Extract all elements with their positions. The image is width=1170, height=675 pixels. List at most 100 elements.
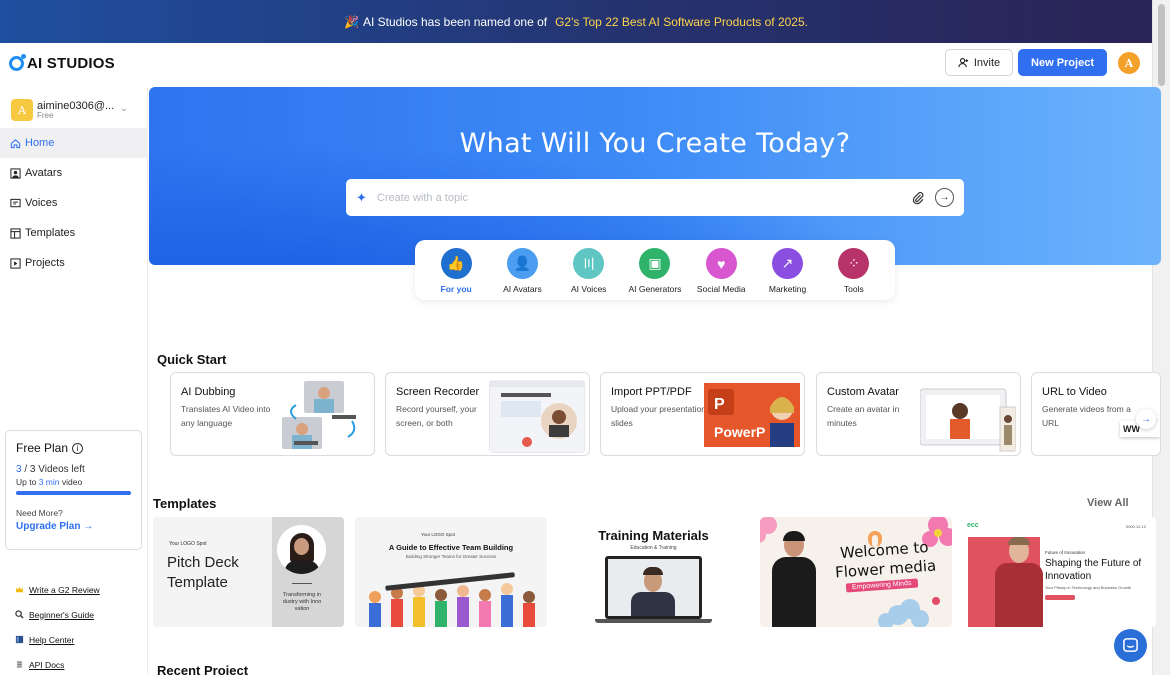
category-tab-ai-generators[interactable]: ▣ AI Generators [624,240,686,300]
category-label: AI Generators [628,284,682,294]
category-icon: ⁘ [838,248,870,279]
screen-recorder-thumbnail [489,380,585,453]
project-icon [10,257,21,269]
card-title: Custom Avatar [827,386,899,398]
api-docs-link[interactable]: API Docs [15,652,100,675]
category-label: For you [440,284,472,294]
category-tab-ai-avatars[interactable]: 👤 AI Avatars [491,240,553,300]
template-logo: ecc [967,522,979,529]
template-card-training-materials[interactable]: Training Materials Education & Training [557,517,750,627]
sidebar-item-templates[interactable]: Templates [0,218,148,248]
add-user-icon [958,58,968,68]
app-logo[interactable]: AI STUDIOS [9,54,115,72]
g2-review-link[interactable]: Write a G2 Review [15,577,100,602]
quick-start-card-import-ppt[interactable]: Import PPT/PDF Upload your presentation … [600,372,805,456]
avatar-icon [10,167,21,179]
usage-progress-bar [16,491,131,495]
sparkle-icon: ✦ [356,189,367,205]
template-title: Training Materials [598,528,709,543]
template-card-pitch-deck[interactable]: Your LOGO Spot Pitch Deck Template Trans… [153,517,344,627]
user-avatar[interactable]: A [1118,52,1140,74]
category-icon: ♥ [705,248,737,279]
template-card-flower-media[interactable]: Welcome to Flower media Empowering Minds [760,517,952,627]
category-label: AI Avatars [503,284,542,294]
category-icon: 👍 [440,248,472,279]
video-length-limit: Up to 3 min video [16,477,83,487]
sidebar-item-label: Home [25,137,55,149]
sidebar-item-projects[interactable]: Projects [0,248,148,278]
carousel-next-arrow[interactable]: → [1136,409,1156,429]
category-tab-ai-voices[interactable]: 〣 AI Voices [558,240,620,300]
card-desc: Record yourself, your screen, or both [396,404,477,428]
ppt-thumbnail: P PowerP [704,383,800,447]
scrollbar-thumb[interactable] [1158,4,1165,86]
category-tab-for-you[interactable]: 👍 For you [425,240,487,300]
card-title: Screen Recorder [396,386,480,398]
upgrade-plan-link[interactable]: Upgrade Plan → [16,521,131,532]
sidebar-item-voices[interactable]: Voices [0,188,148,218]
presenter-figure [768,531,820,627]
topic-input[interactable] [376,191,911,204]
svg-text:P: P [714,396,725,413]
card-desc: Create an avatar in minutes [827,404,900,428]
category-tab-social-media[interactable]: ♥ Social Media [690,240,752,300]
template-title: A Guide to Effective Team Building [388,543,514,552]
hero-banner: What Will You Create Today? ✦ → [149,87,1161,265]
template-logo: Your LOGO Spot [169,541,207,547]
invite-label: Invite [973,56,1001,69]
banner-highlight-link[interactable]: G2's Top 22 Best AI Software Products of… [555,15,808,29]
invite-button[interactable]: Invite [945,49,1013,76]
chat-support-button[interactable] [1114,629,1147,662]
presenter-photo [277,525,326,574]
category-tab-tools[interactable]: ⁘ Tools [823,240,885,300]
template-icon [10,227,21,239]
account-plan: Free [37,110,54,120]
announcement-banner[interactable]: 🎉 AI Studios has been named one of G2's … [0,0,1152,43]
template-date: 0000.12.12 [1125,524,1146,529]
banner-text: AI Studios has been named one of [362,14,548,29]
logo-text: AI STUDIOS [27,55,115,72]
sidebar: A aimine0306@... Free ⌄ Home Avatars Voi… [0,87,148,675]
view-all-templates-link[interactable]: View All [1087,497,1129,509]
quick-start-title: Quick Start [157,352,227,367]
need-more-label: Need More? [16,508,63,518]
category-icon: 〣 [573,248,605,279]
category-tabs: 👍 For you 👤 AI Avatars 〣 AI Voices ▣ AI Generat… [415,240,895,300]
ppt-thumb-text: PowerP [714,424,765,440]
template-subtitle: Building Stronger Teams for Greater Succ… [405,554,497,559]
logo-mark-icon [9,54,26,71]
category-icon: 👤 [506,248,538,279]
category-tab-marketing[interactable]: ↗ Marketing [757,240,819,300]
paperclip-icon[interactable] [911,191,925,205]
home-icon [10,138,21,148]
laptop-screen [605,556,702,619]
category-label: Tools [843,284,864,294]
sidebar-item-label: Avatars [25,167,63,179]
plan-title: Free Plan [16,441,69,455]
beginners-guide-link[interactable]: Beginner's Guide [15,602,100,627]
submit-arrow-button[interactable]: → [935,188,954,207]
quick-start-card-screen-recorder[interactable]: Screen Recorder Record yourself, your sc… [385,372,590,456]
sidebar-item-avatars[interactable]: Avatars [0,158,148,188]
usage-progress-fill [16,491,131,495]
quick-start-row: AI Dubbing Translates AI Video into any … [170,372,1161,456]
card-desc: Translates AI Video into any language [181,404,271,428]
template-card-future-innovation[interactable]: ecc 0000.12.12 Future of Innovation Shap… [963,517,1156,627]
quick-start-card-custom-avatar[interactable]: Custom Avatar Create an avatar in minute… [816,372,1021,456]
topic-search-bar[interactable]: ✦ → [346,179,964,216]
card-desc: Upload your presentation slides [611,404,706,428]
new-project-button[interactable]: New Project [1018,49,1107,76]
chevron-down-icon: ⌄ [119,103,128,114]
party-icon: 🎉 [344,14,359,29]
template-card-team-building[interactable]: Your LOGO Spot A Guide to Effective Team… [355,517,547,627]
card-title: Import PPT/PDF [611,386,692,398]
info-icon[interactable]: i [72,442,84,454]
card-title: URL to Video [1042,386,1107,398]
free-plan-card: Free Plan i 3 / 3 Videos left Up to 3 mi… [5,430,142,550]
voice-icon [10,198,21,207]
category-label: Social Media [696,284,746,294]
account-switcher[interactable]: A aimine0306@... Free ⌄ [11,97,137,123]
sidebar-item-home[interactable]: Home [0,128,148,158]
quick-start-card-ai-dubbing[interactable]: AI Dubbing Translates AI Video into any … [170,372,375,456]
help-center-link[interactable]: Help Center [15,627,100,652]
